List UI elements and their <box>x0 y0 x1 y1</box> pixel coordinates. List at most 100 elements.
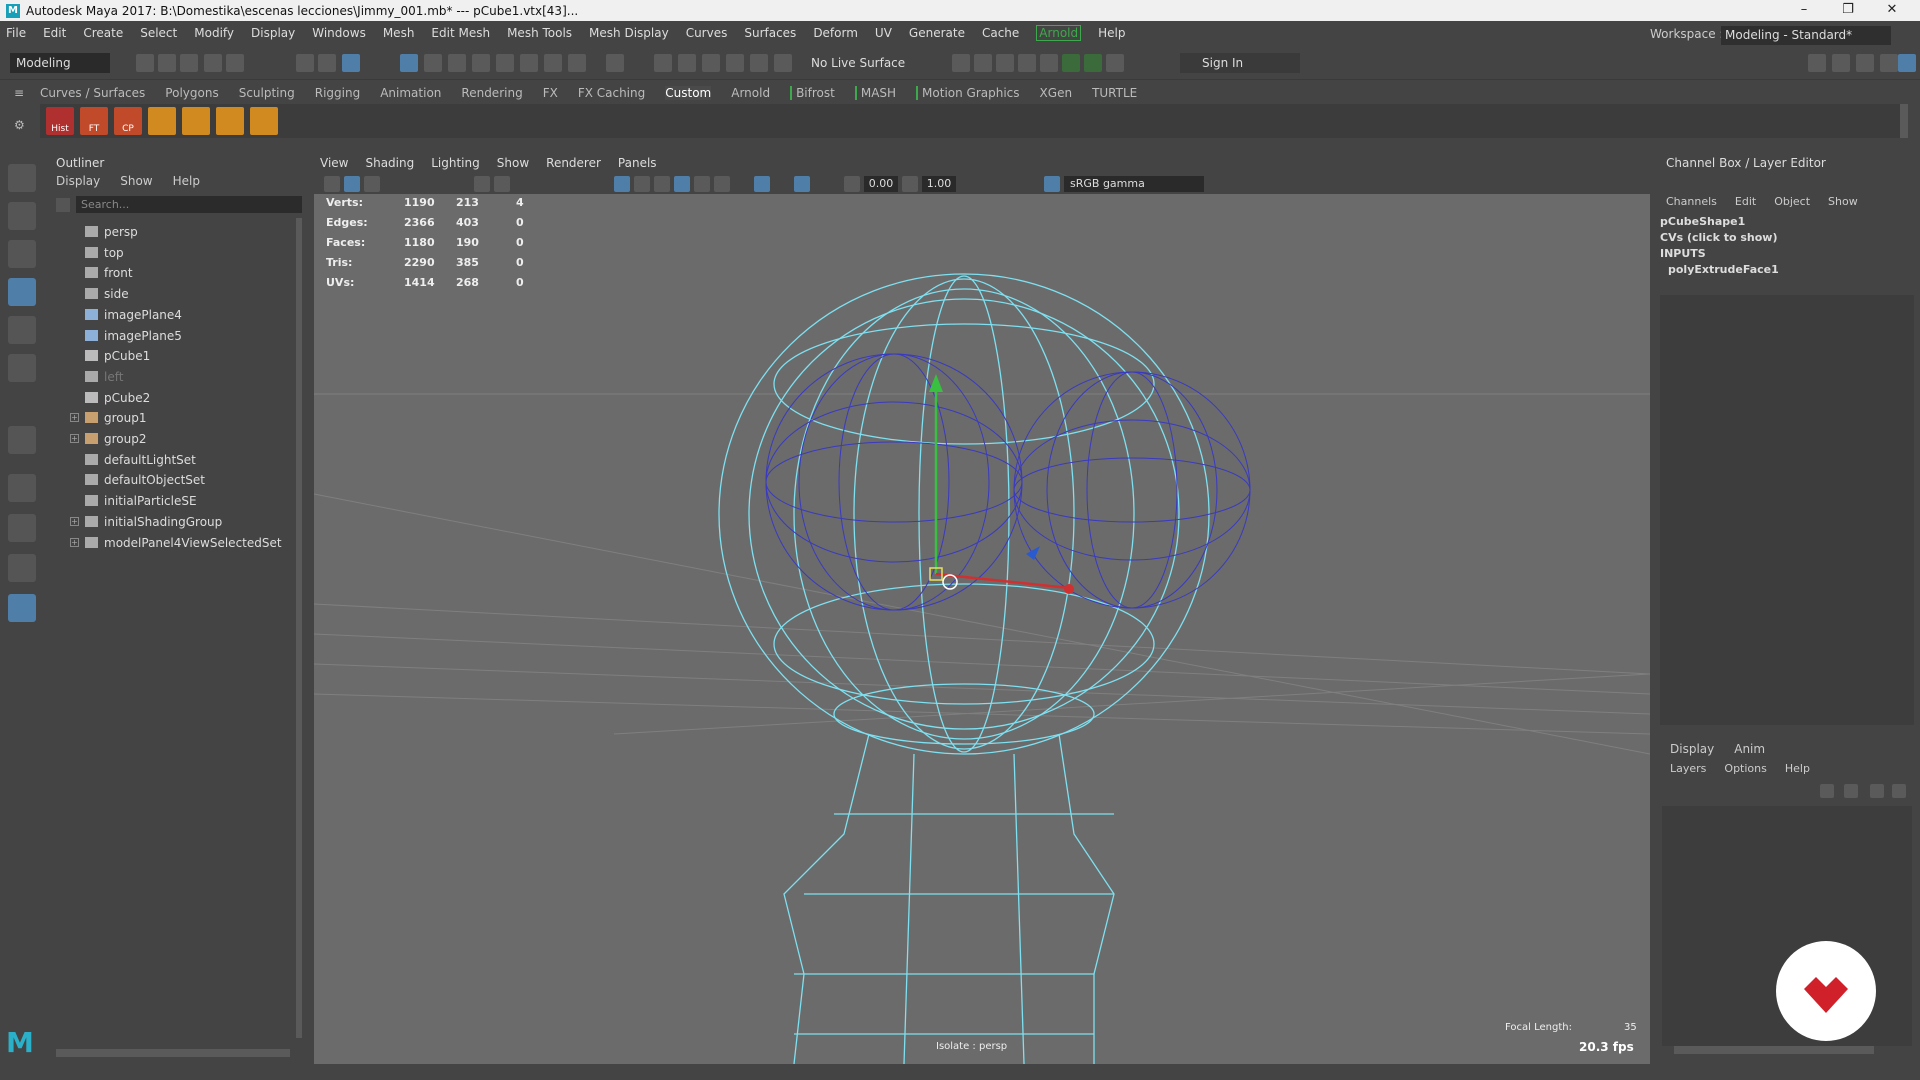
last-tool-icon[interactable] <box>8 426 36 454</box>
vp-menu-renderer[interactable]: Renderer <box>546 156 601 170</box>
pause-icon[interactable] <box>1106 54 1124 72</box>
four-view-icon[interactable] <box>8 514 36 542</box>
history-output-icon[interactable] <box>678 54 696 72</box>
select-component-icon[interactable] <box>342 54 360 72</box>
shelf-tab-current[interactable]: Custom <box>665 86 712 100</box>
smooth-shade-icon[interactable] <box>634 176 650 192</box>
outliner-item[interactable]: + initialShadingGroup <box>50 512 290 532</box>
snap-grid-icon[interactable] <box>496 54 514 72</box>
sign-in-button[interactable]: Sign In <box>1180 53 1300 73</box>
outliner-item[interactable]: defaultLightSet <box>50 450 290 470</box>
gamma-field[interactable]: 1.00 <box>922 176 956 192</box>
outliner-item[interactable]: pCube2 <box>50 388 290 408</box>
shelf-tab[interactable]: Curves / Surfaces <box>40 86 145 100</box>
lock-icon[interactable] <box>568 54 586 72</box>
arnold-ipr-icon[interactable] <box>1084 54 1102 72</box>
shelf-tab[interactable]: FX <box>543 86 558 100</box>
expand-icon[interactable]: + <box>70 413 79 423</box>
outliner-item[interactable]: defaultObjectSet <box>50 470 290 490</box>
menu-curves[interactable]: Curves <box>686 26 728 40</box>
outliner-layout-icon[interactable] <box>8 594 36 622</box>
two-view-icon[interactable] <box>8 554 36 582</box>
menu-surfaces[interactable]: Surfaces <box>744 26 796 40</box>
menu-generate[interactable]: Generate <box>909 26 965 40</box>
search-options-icon[interactable] <box>56 198 70 212</box>
outliner-search-input[interactable]: Search... <box>76 196 302 213</box>
vp-menu-show[interactable]: Show <box>497 156 529 170</box>
lasso-tool-icon[interactable] <box>8 202 36 230</box>
new-scene-icon[interactable] <box>136 54 154 72</box>
history-input-icon[interactable] <box>654 54 672 72</box>
mode-select[interactable]: Modeling <box>10 53 110 73</box>
select-tool-icon[interactable] <box>8 164 36 192</box>
menu-cache[interactable]: Cache <box>982 26 1019 40</box>
snap-point-icon[interactable] <box>544 54 562 72</box>
layer-menu-options[interactable]: Options <box>1724 762 1766 775</box>
snap-surface-icon[interactable] <box>606 54 624 72</box>
uv-mask-icon[interactable] <box>472 54 490 72</box>
shelf-tab[interactable]: Bifrost <box>790 86 835 100</box>
new-layer-selected-icon[interactable] <box>1892 784 1906 798</box>
cb-cvs-link[interactable]: CVs (click to show) <box>1660 230 1779 246</box>
outliner-menu-display[interactable]: Display <box>56 174 100 188</box>
layer-up-icon[interactable] <box>1820 784 1834 798</box>
viewport-panel[interactable]: View Shading Lighting Show Renderer Pane… <box>314 152 1650 1064</box>
shelf-menu-icon[interactable]: ≡ <box>14 86 28 100</box>
menu-file[interactable]: File <box>6 26 26 40</box>
new-layer-icon[interactable] <box>1870 784 1884 798</box>
shelf-tab[interactable]: XGen <box>1040 86 1073 100</box>
attribute-editor-icon[interactable] <box>1832 54 1850 72</box>
undo-icon[interactable] <box>204 54 222 72</box>
outliner-item[interactable]: left <box>50 367 290 387</box>
layer-hscrollbar[interactable] <box>1674 1046 1874 1054</box>
cb-menu-channels[interactable]: Channels <box>1666 195 1717 208</box>
save-scene-icon[interactable] <box>180 54 198 72</box>
color-management-icon[interactable] <box>1044 176 1060 192</box>
menu-mesh-display[interactable]: Mesh Display <box>589 26 669 40</box>
render-view-icon[interactable] <box>996 54 1014 72</box>
exposure-field[interactable]: 0.00 <box>864 176 898 192</box>
render-sequence-icon[interactable] <box>974 54 992 72</box>
outliner-item[interactable]: + group1 <box>50 408 290 428</box>
symmetry-icon[interactable] <box>774 54 792 72</box>
restore-button[interactable]: ❐ <box>1826 0 1870 21</box>
shelf-tab[interactable]: Arnold <box>731 86 770 100</box>
single-view-icon[interactable] <box>8 474 36 502</box>
bookmark-icon[interactable] <box>364 176 380 192</box>
shelf-tab[interactable]: Rendering <box>461 86 522 100</box>
menu-display[interactable]: Display <box>251 26 295 40</box>
channel-layer-icon[interactable] <box>1898 54 1916 72</box>
cb-menu-object[interactable]: Object <box>1774 195 1810 208</box>
construction-history-icon[interactable] <box>702 54 720 72</box>
menu-arnold[interactable]: Arnold <box>1036 24 1082 41</box>
workspace-select[interactable]: Modeling - Standard* <box>1721 26 1891 45</box>
redo-icon[interactable] <box>226 54 244 72</box>
vertex-mask-icon[interactable] <box>400 54 418 72</box>
vp-menu-view[interactable]: View <box>320 156 348 170</box>
layer-menu-layers[interactable]: Layers <box>1670 762 1706 775</box>
menu-modify[interactable]: Modify <box>194 26 234 40</box>
grid-toggle-icon[interactable] <box>474 176 490 192</box>
outliner-item[interactable]: imagePlane4 <box>50 305 290 325</box>
camera-attr-icon[interactable] <box>324 176 340 192</box>
cb-object-name[interactable]: pCubeShape1 <box>1660 214 1779 230</box>
magnet-icon[interactable] <box>726 54 744 72</box>
isolate-select-icon[interactable] <box>754 176 770 192</box>
color-space-select[interactable]: sRGB gamma <box>1064 176 1204 192</box>
menu-deform[interactable]: Deform <box>813 26 858 40</box>
shelf-tab[interactable]: Animation <box>380 86 441 100</box>
arnold-render-icon[interactable] <box>1062 54 1080 72</box>
outliner-item[interactable]: front <box>50 263 290 283</box>
wireframe-on-shaded-icon[interactable] <box>654 176 670 192</box>
outliner-item[interactable]: + modelPanel4ViewSelectedSet <box>50 533 290 553</box>
minimize-button[interactable]: – <box>1782 0 1826 21</box>
menu-uv[interactable]: UV <box>875 26 892 40</box>
scale-tool-icon[interactable] <box>8 354 36 382</box>
menu-help[interactable]: Help <box>1098 26 1125 40</box>
grid-shelf-icon[interactable] <box>250 107 278 135</box>
select-hierarchy-icon[interactable] <box>296 54 314 72</box>
outliner-item[interactable]: pCube1 <box>50 346 290 366</box>
channel-box-icon[interactable] <box>1880 54 1898 72</box>
menu-edit-mesh[interactable]: Edit Mesh <box>431 26 490 40</box>
vp-menu-panels[interactable]: Panels <box>618 156 657 170</box>
